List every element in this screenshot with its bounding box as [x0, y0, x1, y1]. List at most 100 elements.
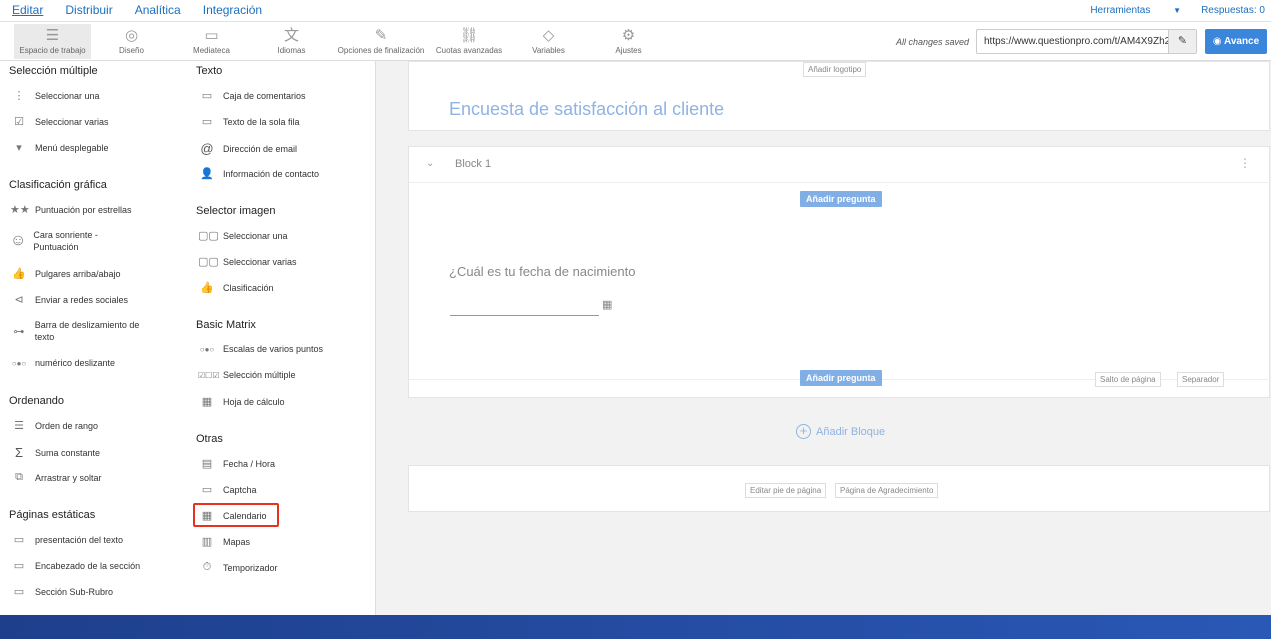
- tool-design[interactable]: ◎ Diseño: [104, 24, 159, 59]
- qtype-single-select[interactable]: ⋮ Seleccionar una: [10, 89, 100, 102]
- nav-analitica[interactable]: Analítica: [135, 3, 181, 17]
- checkbox-row-icon: ☑☐☑: [198, 370, 220, 380]
- qtype-comment-box[interactable]: ▭ Caja de comentarios: [198, 89, 306, 102]
- save-status: All changes saved: [896, 37, 970, 47]
- magic-wand-icon: ✎: [374, 27, 388, 44]
- qtype-text-presentation[interactable]: ▭ presentación del texto: [10, 533, 123, 546]
- tool-media[interactable]: ▭ Mediateca: [184, 24, 239, 59]
- qtype-social-share[interactable]: ⊲ Enviar a redes sociales: [10, 293, 128, 306]
- thumbs-icon: 👍: [200, 282, 214, 294]
- tool-languages[interactable]: 文 Idiomas: [264, 24, 319, 59]
- qtype-label: Seleccionar varias: [223, 256, 297, 267]
- qtype-single-row-text[interactable]: ▭ Texto de la sola fila: [198, 115, 300, 128]
- qtype-label: Seleccionar varias: [35, 116, 109, 127]
- qtype-drag-drop[interactable]: ⧉ Arrastrar y soltar: [10, 471, 101, 484]
- qtype-captcha[interactable]: ▭ Captcha: [198, 483, 257, 496]
- section-title: Ordenando: [9, 395, 65, 407]
- bottom-banner: [0, 615, 1271, 639]
- survey-header-card: Añadir logotipo Encuesta de satisfacción…: [408, 61, 1270, 131]
- tool-label: Espacio de trabajo: [19, 46, 86, 55]
- dots-slider-icon: ○●○: [11, 358, 27, 368]
- tool-label: Opciones de finalización: [337, 46, 425, 55]
- qtype-text-slider[interactable]: ⊶ Barra de deslizamiento de texto: [10, 319, 160, 343]
- add-question-button-bottom[interactable]: Añadir pregunta: [800, 370, 882, 386]
- tool-label: Diseño: [119, 46, 144, 55]
- add-block-label: Añadir Bloque: [816, 425, 886, 438]
- qtype-smiley-rating[interactable]: ☺ Cara sonriente - Puntuación: [10, 229, 130, 253]
- edit-footer-button[interactable]: Editar pie de página: [745, 483, 827, 498]
- section-title: Selección múltiple: [9, 65, 98, 77]
- qtype-label: Cara sonriente - Puntuación: [33, 230, 98, 252]
- add-question-button[interactable]: Añadir pregunta: [800, 191, 882, 207]
- top-right-links: Herramientas ▼ Respuestas: 0: [1050, 5, 1265, 16]
- question-text[interactable]: ¿Cuál es tu fecha de nacimiento: [449, 264, 635, 279]
- qtype-numeric-slider[interactable]: ○●○ numérico deslizante: [10, 357, 115, 369]
- qtype-timer[interactable]: ⏱ Temporizador: [198, 561, 278, 574]
- page-break-button[interactable]: Salto de página: [1095, 372, 1161, 387]
- qtype-star-rating[interactable]: ★★ Puntuación por estrellas: [10, 203, 132, 216]
- respuestas-count[interactable]: Respuestas: 0: [1201, 5, 1265, 16]
- qtype-matrix-multi[interactable]: ☑☐☑ Selección múltiple: [198, 369, 296, 381]
- separator-button[interactable]: Separador: [1177, 372, 1225, 387]
- page-icon: ▭: [13, 534, 25, 546]
- toolbar: ☰ Espacio de trabajo ◎ Diseño ▭ Mediatec…: [0, 22, 1271, 61]
- survey-title[interactable]: Encuesta de satisfacción al cliente: [449, 99, 724, 120]
- tool-variables[interactable]: ◇ Variables: [521, 24, 576, 59]
- qtype-image-rating[interactable]: 👍 Clasificación: [198, 281, 274, 294]
- qtype-constant-sum[interactable]: Σ Suma constante: [10, 445, 100, 460]
- block-header: ⌄ Block 1 ⋮: [409, 147, 1271, 183]
- tool-finish-options[interactable]: ✎ Opciones de finalización: [335, 24, 427, 59]
- survey-url-field[interactable]: https://www.questionpro.com/t/AM4X9Zh2 ✎: [976, 29, 1197, 54]
- qtype-spreadsheet[interactable]: ▦ Hoja de cálculo: [198, 395, 285, 408]
- tool-label: Cuotas avanzadas: [435, 46, 503, 55]
- preview-button[interactable]: ◉ Avance: [1205, 29, 1267, 54]
- tool-workspace[interactable]: ☰ Espacio de trabajo: [14, 24, 91, 59]
- add-logo-button[interactable]: Añadir logotipo: [803, 62, 867, 77]
- qtype-label: Captcha: [223, 484, 257, 495]
- tool-settings[interactable]: ⚙ Ajustes: [601, 24, 656, 59]
- collapse-icon[interactable]: ⌄: [426, 158, 434, 169]
- qtype-label: Seleccionar una: [223, 230, 288, 241]
- tool-label: Ajustes: [615, 46, 642, 55]
- qtype-label: presentación del texto: [35, 534, 124, 545]
- nav-integracion[interactable]: Integración: [203, 3, 262, 17]
- qtype-label: Clasificación: [223, 282, 274, 293]
- qtype-label: Información de contacto: [223, 168, 320, 179]
- qtype-date-time[interactable]: ▤ Fecha / Hora: [198, 457, 275, 470]
- qtype-subsection[interactable]: ▭ Sección Sub-Rubro: [10, 585, 113, 598]
- calendar-icon[interactable]: ▦: [602, 298, 612, 311]
- qtype-maps[interactable]: ▥ Mapas: [198, 535, 250, 548]
- thumbs-up-icon: 👍: [12, 268, 26, 280]
- qtype-rank-order[interactable]: ☰ Orden de rango: [10, 419, 98, 432]
- pencil-icon[interactable]: ✎: [1168, 30, 1196, 53]
- qtype-image-single[interactable]: ▢▢ Seleccionar una: [198, 229, 288, 242]
- nav-editar[interactable]: Editar: [12, 3, 43, 17]
- qtype-thumbs[interactable]: 👍 Pulgares arriba/abajo: [10, 267, 120, 280]
- more-options-icon[interactable]: ⋮: [1239, 156, 1251, 170]
- qtype-label: Barra de deslizamiento de texto: [34, 320, 140, 342]
- date-input[interactable]: [450, 315, 599, 316]
- caret-down-icon: ▼: [1173, 6, 1182, 15]
- nav-distribuir[interactable]: Distribuir: [65, 3, 112, 17]
- thanks-page-button[interactable]: Página de Agradecimiento: [835, 483, 939, 498]
- qtype-label: numérico deslizante: [35, 358, 116, 368]
- qtype-label: Fecha / Hora: [223, 458, 276, 469]
- at-icon: @: [200, 141, 214, 156]
- qtype-email[interactable]: @ Dirección de email: [198, 141, 297, 156]
- top-navigation: Editar Distribuir Analítica Integración …: [0, 0, 1271, 22]
- qtype-section-header[interactable]: ▭ Encabezado de la sección: [10, 559, 140, 572]
- eye-icon: ◉: [1212, 36, 1222, 47]
- qtype-dropdown[interactable]: ▾ Menú desplegable: [10, 141, 108, 154]
- qtype-label: Orden de rango: [35, 420, 99, 431]
- grid-icon: ▦: [201, 396, 213, 408]
- image-choice-icon: ▢▢: [198, 256, 219, 268]
- drag-icon: ⧉: [15, 471, 23, 483]
- tool-quotas[interactable]: ⛓ Cuotas avanzadas: [434, 24, 504, 59]
- block-name[interactable]: Block 1: [455, 158, 491, 170]
- herramientas-menu[interactable]: Herramientas ▼: [1070, 5, 1181, 16]
- add-block-button[interactable]: + Añadir Bloque: [796, 424, 885, 439]
- qtype-contact-info[interactable]: 👤 Información de contacto: [198, 167, 319, 180]
- qtype-image-multi[interactable]: ▢▢ Seleccionar varias: [198, 255, 297, 268]
- qtype-multipoint-scale[interactable]: ○●○ Escalas de varios puntos: [198, 343, 323, 355]
- qtype-multi-select[interactable]: ☑ Seleccionar varias: [10, 115, 109, 128]
